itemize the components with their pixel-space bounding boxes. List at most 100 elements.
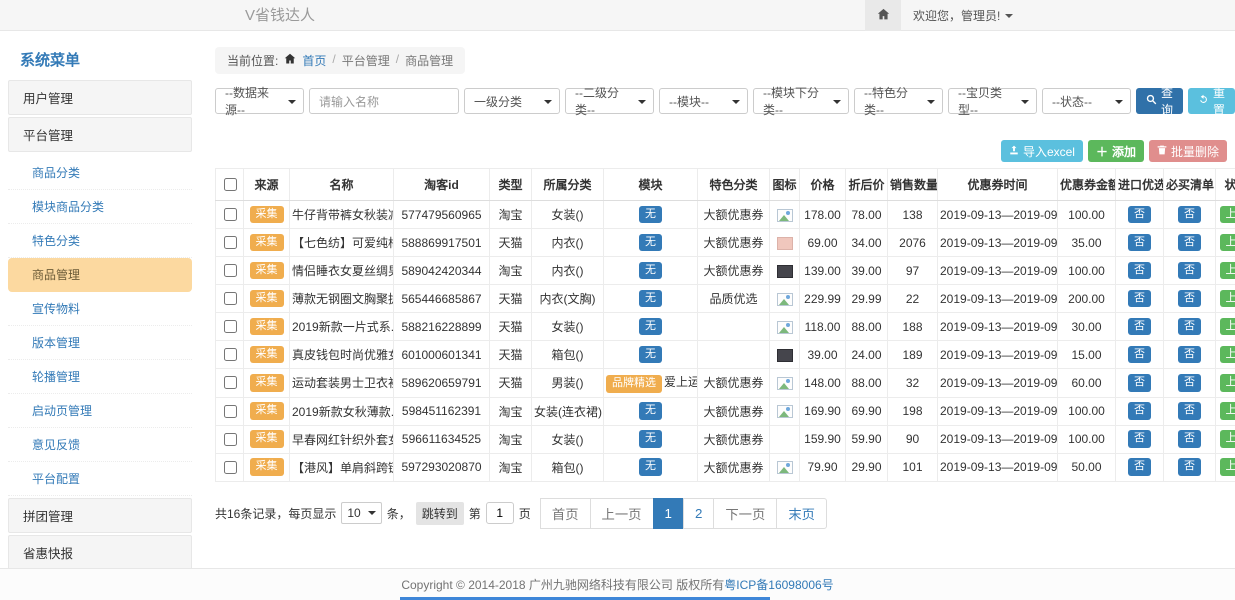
jump-button[interactable]: 跳转到 — [416, 502, 464, 525]
row-checkbox[interactable] — [224, 433, 237, 446]
status-badge[interactable]: 上架 — [1220, 402, 1235, 420]
status-badge[interactable]: 上架 — [1220, 206, 1235, 224]
icp-link[interactable]: 粤ICP备16098006号 — [724, 576, 833, 593]
must-buy-toggle[interactable]: 否 — [1178, 318, 1201, 336]
row-checkbox[interactable] — [224, 461, 237, 474]
table-header-cell[interactable]: 销售数量 — [888, 169, 938, 201]
filter-field[interactable]: --宝贝类型-- — [948, 88, 1037, 114]
sidebar-submenu-item[interactable]: 宣传物料 — [8, 292, 192, 326]
sidebar-submenu-item[interactable]: 商品管理 — [8, 258, 192, 292]
must-buy-toggle[interactable]: 否 — [1178, 234, 1201, 252]
table-header-cell[interactable]: 所属分类 — [532, 169, 604, 201]
page-button[interactable]: 1 — [653, 498, 684, 529]
must-buy-toggle[interactable]: 否 — [1178, 374, 1201, 392]
row-checkbox[interactable] — [224, 236, 237, 249]
reset-button[interactable]: 重置 — [1188, 88, 1235, 114]
must-buy-toggle[interactable]: 否 — [1178, 402, 1201, 420]
sidebar-submenu-item[interactable]: 轮播管理 — [8, 360, 192, 394]
row-checkbox[interactable] — [224, 348, 237, 361]
add-button[interactable]: ＋ 添加 — [1088, 140, 1144, 162]
table-header-cell[interactable]: 名称 — [290, 169, 394, 201]
breadcrumb-home-link[interactable]: 首页 — [302, 52, 326, 69]
table-header-cell[interactable]: 特色分类 — [698, 169, 770, 201]
page-button[interactable]: 下一页 — [713, 498, 777, 529]
import-select-toggle[interactable]: 否 — [1128, 402, 1151, 420]
search-button[interactable]: 查询 — [1136, 88, 1183, 114]
table-header-cell[interactable]: 折后价 — [846, 169, 888, 201]
filter-field[interactable]: --模块-- — [659, 88, 748, 114]
per-page-select[interactable]: 10 — [341, 502, 381, 524]
filter-field[interactable]: --状态-- — [1042, 88, 1131, 114]
page-button[interactable]: 2 — [683, 498, 714, 529]
status-badge[interactable]: 上架 — [1220, 430, 1235, 448]
status-badge[interactable]: 上架 — [1220, 262, 1235, 280]
page-button[interactable]: 首页 — [540, 498, 591, 529]
table-header-cell[interactable]: 模块 — [604, 169, 698, 201]
import-select-toggle[interactable]: 否 — [1128, 206, 1151, 224]
breadcrumb-item[interactable]: 平台管理 — [342, 52, 390, 69]
status-badge[interactable]: 上架 — [1220, 458, 1235, 476]
row-checkbox[interactable] — [224, 405, 237, 418]
sidebar-submenu-item[interactable]: 版本管理 — [8, 326, 192, 360]
filter-field[interactable]: --特色分类-- — [854, 88, 943, 114]
must-buy-toggle[interactable]: 否 — [1178, 206, 1201, 224]
breadcrumb-item[interactable]: 商品管理 — [405, 52, 453, 69]
table-header-cell[interactable]: 淘客id — [394, 169, 490, 201]
filter-field[interactable]: 一级分类 — [464, 88, 560, 114]
sidebar-submenu-item[interactable]: 平台配置 — [8, 462, 192, 496]
import-select-toggle[interactable]: 否 — [1128, 234, 1151, 252]
filter-field[interactable]: --数据来源-- — [215, 88, 304, 114]
status-badge[interactable]: 上架 — [1220, 318, 1235, 336]
table-header-cell[interactable]: 必买清单 — [1164, 169, 1216, 201]
filter-field[interactable]: --模块下分类-- — [753, 88, 849, 114]
must-buy-toggle[interactable]: 否 — [1178, 346, 1201, 364]
sidebar-submenu-item[interactable]: 启动页管理 — [8, 394, 192, 428]
import-select-toggle[interactable]: 否 — [1128, 346, 1151, 364]
batch-delete-button[interactable]: 批量删除 — [1149, 140, 1227, 162]
home-button[interactable] — [865, 0, 901, 31]
sidebar-group-item[interactable]: 平台管理 — [8, 117, 192, 152]
import-select-toggle[interactable]: 否 — [1128, 318, 1151, 336]
row-checkbox[interactable] — [224, 264, 237, 277]
table-header-cell[interactable]: 优惠券金额 — [1058, 169, 1116, 201]
import-select-toggle[interactable]: 否 — [1128, 290, 1151, 308]
table-header-cell[interactable]: 优惠券时间 — [938, 169, 1058, 201]
page-button[interactable]: 末页 — [776, 498, 827, 529]
import-select-toggle[interactable]: 否 — [1128, 458, 1151, 476]
row-checkbox[interactable] — [224, 376, 237, 389]
sidebar-submenu-item[interactable]: 模块商品分类 — [8, 190, 192, 224]
sidebar-group-item[interactable]: 拼团管理 — [8, 498, 192, 533]
import-select-toggle[interactable]: 否 — [1128, 430, 1151, 448]
row-checkbox[interactable] — [224, 208, 237, 221]
jump-page-input[interactable] — [486, 502, 514, 524]
must-buy-toggle[interactable]: 否 — [1178, 290, 1201, 308]
must-buy-toggle[interactable]: 否 — [1178, 458, 1201, 476]
sidebar-submenu-item[interactable]: 商品分类 — [8, 156, 192, 190]
filter-field[interactable]: 请输入名称 — [309, 88, 459, 114]
table-header-cell[interactable]: 价格 — [800, 169, 846, 201]
select-all-checkbox[interactable] — [224, 178, 237, 191]
user-menu[interactable]: 欢迎您，管理员! — [901, 0, 1025, 31]
row-checkbox[interactable] — [224, 292, 237, 305]
status-badge[interactable]: 上架 — [1220, 234, 1235, 252]
import-select-toggle[interactable]: 否 — [1128, 374, 1151, 392]
status-badge[interactable]: 上架 — [1220, 290, 1235, 308]
page-button[interactable]: 上一页 — [590, 498, 654, 529]
table-header-cell[interactable]: 类型 — [490, 169, 532, 201]
status-badge[interactable]: 上架 — [1220, 374, 1235, 392]
filter-field[interactable]: --二级分类-- — [565, 88, 654, 114]
must-buy-toggle[interactable]: 否 — [1178, 430, 1201, 448]
must-buy-toggle[interactable]: 否 — [1178, 262, 1201, 280]
table-header-cell[interactable]: 进口优选 — [1116, 169, 1164, 201]
table-header-cell[interactable]: 图标 — [770, 169, 800, 201]
row-checkbox[interactable] — [224, 320, 237, 333]
sidebar-group-item[interactable]: 用户管理 — [8, 80, 192, 115]
sidebar-submenu-item[interactable]: 意见反馈 — [8, 428, 192, 462]
import-select-toggle[interactable]: 否 — [1128, 262, 1151, 280]
status-badge[interactable]: 上架 — [1220, 346, 1235, 364]
table-header-cell[interactable]: 状态 — [1216, 169, 1235, 201]
sidebar-group-item[interactable]: 省惠快报 — [8, 535, 192, 568]
table-header-cell[interactable]: 来源 — [244, 169, 290, 201]
import-excel-button[interactable]: 导入excel — [1001, 140, 1083, 162]
sidebar-submenu-item[interactable]: 特色分类 — [8, 224, 192, 258]
